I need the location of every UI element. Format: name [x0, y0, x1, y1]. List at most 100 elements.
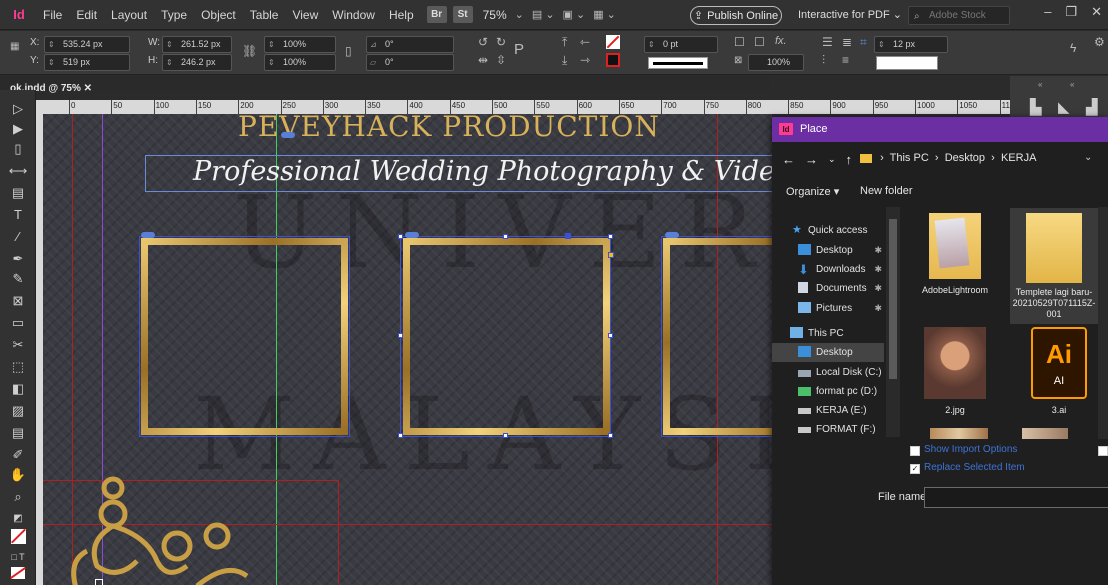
menu-table[interactable]: Table — [243, 8, 286, 22]
free-transform-tool-icon[interactable]: ⬚ — [9, 358, 27, 375]
zoom-dropdown-icon[interactable]: ⌄ — [515, 8, 524, 21]
menu-help[interactable]: Help — [382, 8, 421, 22]
stock-search-input[interactable]: ⌕ Adobe Stock — [908, 6, 1010, 25]
gradient-tool-icon[interactable]: ◧ — [9, 380, 27, 397]
subtitle-text[interactable]: Professional Wedding Photography & Video… — [193, 156, 772, 187]
align-center-icon[interactable]: ⫶ — [822, 53, 825, 68]
minimize-icon[interactable]: – — [1044, 4, 1051, 20]
stroke-weight-field[interactable]: ⇕ 0 pt — [644, 36, 718, 53]
menu-edit[interactable]: Edit — [69, 8, 104, 22]
page-tool-icon[interactable]: ▯ — [9, 140, 27, 157]
breadcrumb-this-pc[interactable]: This PC — [890, 152, 929, 164]
selection-tool-icon[interactable]: ▷ — [9, 100, 27, 117]
content-collector-icon[interactable]: ▤ — [9, 184, 27, 201]
content-grabber-icon[interactable] — [405, 232, 419, 238]
resize-handle[interactable] — [398, 234, 403, 239]
back-arrow-icon[interactable]: ← — [782, 152, 795, 167]
rotate-ccw-icon[interactable]: ↺ — [478, 35, 488, 49]
resize-handle[interactable] — [608, 333, 613, 338]
nav-desktop[interactable]: Desktop — [772, 343, 884, 362]
flip-vertical-icon[interactable]: ⇳ — [496, 53, 506, 67]
menu-window[interactable]: Window — [325, 8, 382, 22]
file-tile-3-ai[interactable]: Ai AI 3.ai — [1020, 327, 1098, 415]
direct-selection-tool-icon[interactable]: ▶ — [9, 120, 27, 137]
scrollbar-thumb[interactable] — [889, 219, 897, 379]
rotate-cw-icon[interactable]: ↻ — [496, 35, 506, 49]
gap-tool-icon[interactable]: ⟷ — [9, 162, 28, 179]
photo-frame-2[interactable] — [403, 238, 610, 435]
nav-scrollbar[interactable] — [886, 207, 900, 437]
scale-x-field[interactable]: ⇕ 100% — [264, 36, 336, 53]
anchor-point[interactable] — [95, 579, 103, 585]
breadcrumb[interactable]: › This PC › Desktop › KERJA — [860, 152, 1036, 164]
color-swatch-field[interactable] — [876, 56, 938, 70]
resize-handle[interactable] — [503, 433, 508, 438]
nav-desktop-pinned[interactable]: Desktop ✱ — [772, 241, 884, 260]
breadcrumb-kerja[interactable]: KERJA — [1001, 152, 1036, 164]
resize-handle[interactable] — [608, 433, 613, 438]
nav-pictures[interactable]: Pictures ✱ — [772, 299, 884, 318]
nav-format-f[interactable]: FORMAT (F:) — [772, 420, 884, 439]
menu-layout[interactable]: Layout — [104, 8, 154, 22]
formatting-affects-icon[interactable]: □ T — [9, 548, 27, 565]
files-scrollbar[interactable] — [1098, 207, 1108, 439]
photo-frame-1[interactable] — [141, 238, 348, 435]
note-tool-icon[interactable]: ▤ — [9, 424, 27, 441]
select-previous-icon[interactable]: ⇽ — [580, 35, 590, 49]
replace-selected-item-label[interactable]: Replace Selected Item — [924, 462, 1025, 473]
organize-button[interactable]: Organize ▾ — [786, 185, 839, 198]
recent-locations-icon[interactable]: ⌄ — [828, 154, 836, 165]
layers-panel-icon[interactable]: ◣ — [1058, 98, 1070, 116]
menu-view[interactable]: View — [285, 8, 325, 22]
close-tab-icon[interactable]: ✕ — [84, 83, 92, 94]
links-panel-icon[interactable]: ▟ — [1086, 98, 1098, 116]
line-tool-icon[interactable]: ∕ — [9, 228, 27, 245]
photo-frame-3[interactable] — [663, 238, 772, 435]
nav-kerja-e[interactable]: KERJA (E:) — [772, 401, 884, 420]
workspace-switcher[interactable]: Interactive for PDF ⌄ — [798, 8, 902, 21]
file-tile-templete[interactable]: Templete lagi baru-20210529T071115Z-001 — [1010, 208, 1098, 324]
resize-handle[interactable] — [398, 333, 403, 338]
stroke-swatch-icon[interactable] — [606, 53, 620, 67]
collapse-panels-icon[interactable]: « — [1038, 80, 1042, 89]
lightning-icon[interactable]: ϟ — [1070, 41, 1076, 55]
drop-shadow-icon[interactable]: ☐ — [734, 35, 745, 49]
corner-options-handle[interactable] — [608, 252, 614, 258]
expand-panels-icon[interactable]: « — [1070, 80, 1074, 89]
forward-arrow-icon[interactable]: → — [805, 152, 818, 167]
restore-icon[interactable]: ❐ — [1065, 4, 1077, 20]
zoom-level[interactable]: 75% — [483, 8, 507, 22]
show-import-options-label[interactable]: Show Import Options — [924, 444, 1017, 455]
nav-format-pc-d[interactable]: format pc (D:) — [772, 382, 884, 401]
content-grabber-icon[interactable] — [141, 232, 155, 238]
screen-mode-icon[interactable]: ▣ ⌄ — [563, 8, 586, 21]
type-tool-icon[interactable]: T — [9, 206, 27, 223]
fill-stroke-swatch-icon[interactable] — [9, 528, 27, 545]
nav-quick-access[interactable]: ★ Quick access — [772, 221, 884, 240]
breadcrumb-desktop[interactable]: Desktop — [945, 152, 985, 164]
document-canvas[interactable]: UNIVERSITI MALAYSIA PEVEYHACK PRODUCTION… — [43, 114, 772, 585]
apply-none-icon[interactable] — [9, 564, 27, 581]
gutter-field[interactable]: ⇕ 12 px — [874, 36, 948, 53]
up-arrow-icon[interactable]: ↑ — [846, 152, 853, 167]
nav-documents[interactable]: Documents ✱ — [772, 279, 884, 298]
gold-ornament[interactable] — [57, 466, 257, 585]
settings-icon[interactable]: ⚙ — [1094, 35, 1105, 49]
secondary-checkbox[interactable] — [1098, 446, 1108, 456]
horizontal-ruler[interactable]: 0 50 100 150 200 250 300 350 400 450 500 550 600 650 7… — [36, 100, 1022, 114]
y-position-field[interactable]: ⇕ 519 px — [44, 54, 130, 71]
stock-button[interactable]: St — [452, 6, 473, 23]
constrain-proportions-icon[interactable]: ⛓ — [242, 44, 257, 58]
flip-horizontal-icon[interactable]: ⇹ — [478, 53, 488, 67]
address-dropdown-icon[interactable]: ⌄ — [1084, 152, 1092, 163]
rectangle-tool-icon[interactable]: ▭ — [9, 314, 27, 331]
rotation-field[interactable]: ⊿ 0° — [366, 36, 454, 53]
menu-file[interactable]: File — [36, 8, 69, 22]
nav-this-pc[interactable]: This PC — [772, 324, 884, 343]
rectangle-frame-tool-icon[interactable]: ⊠ — [9, 292, 27, 309]
view-options-icon[interactable]: ▤ ⌄ — [532, 8, 555, 21]
auto-fit-icon[interactable]: ⌗ — [860, 35, 867, 50]
pencil-tool-icon[interactable]: ✎ — [9, 270, 27, 287]
show-import-options-checkbox[interactable] — [910, 446, 920, 456]
zoom-tool-icon[interactable]: ⌕ — [9, 488, 27, 505]
